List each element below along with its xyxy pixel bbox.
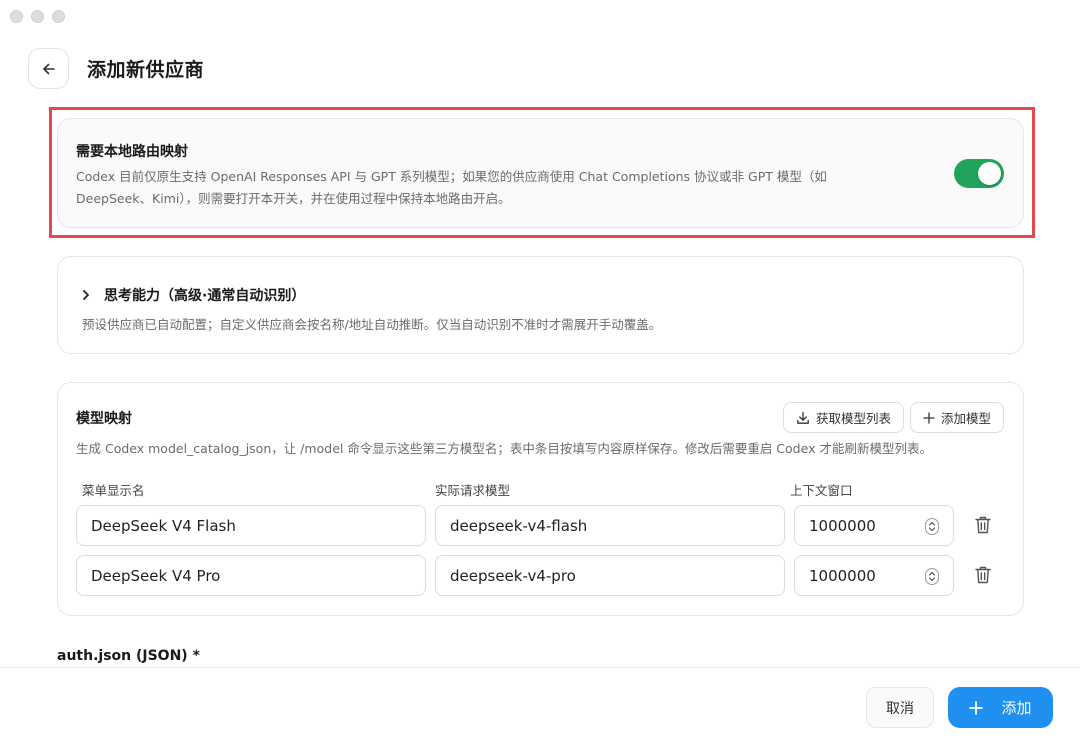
routing-title: 需要本地路由映射 (76, 144, 188, 160)
model-mapping-card: 模型映射 获取模型列表 添加模型 生成 Codex model_catalog_… (57, 382, 1024, 616)
thinking-title: 思考能力（高级·通常自动识别） (104, 288, 306, 304)
window-controls (10, 10, 65, 23)
dialog-footer: 取消 添加 (0, 667, 1080, 746)
table-row: DeepSeek V4 Flash deepseek-v4-flash 1000… (76, 505, 1006, 547)
thinking-description: 预设供应商已自动配置；自定义供应商会按名称/地址自动推断。仅当自动识别不准时才需… (82, 317, 662, 332)
routing-toggle[interactable] (954, 159, 1004, 188)
toggle-knob (978, 162, 1001, 185)
context-window-input[interactable]: 1000000 (794, 505, 954, 546)
dialog-window: 添加新供应商 需要本地路由映射 Codex 目前仅原生支持 OpenAI Res… (0, 0, 1080, 746)
context-window-value: 1000000 (809, 516, 876, 535)
thinking-header[interactable]: 思考能力（高级·通常自动识别） (80, 285, 305, 305)
display-name-input[interactable]: DeepSeek V4 Flash (76, 505, 426, 546)
arrow-left-icon (42, 63, 55, 74)
trash-icon[interactable] (974, 515, 994, 535)
auth-json-label: auth.json (JSON) * (57, 648, 200, 664)
table-row: DeepSeek V4 Pro deepseek-v4-pro 1000000 (76, 555, 1006, 597)
maximize-window-button[interactable] (52, 10, 65, 23)
thinking-card[interactable]: 思考能力（高级·通常自动识别） 预设供应商已自动配置；自定义供应商会按名称/地址… (57, 256, 1024, 354)
request-model-input[interactable]: deepseek-v4-pro (435, 555, 785, 596)
mapping-description: 生成 Codex model_catalog_json，让 /model 命令显… (76, 441, 932, 456)
column-display-name: 菜单显示名 (82, 483, 145, 498)
page-title: 添加新供应商 (87, 59, 205, 81)
plus-icon (969, 700, 984, 715)
add-button[interactable]: 添加 (948, 687, 1053, 728)
stepper-icon[interactable] (925, 568, 939, 585)
add-button-label: 添加 (1001, 699, 1032, 717)
form-content[interactable]: 需要本地路由映射 Codex 目前仅原生支持 OpenAI Responses … (0, 100, 1080, 667)
cancel-button[interactable]: 取消 (866, 687, 934, 728)
mapping-title: 模型映射 (76, 411, 132, 427)
plus-icon (923, 411, 935, 424)
context-window-value: 1000000 (809, 566, 876, 585)
download-icon (797, 411, 809, 424)
fetch-models-button[interactable]: 获取模型列表 (782, 402, 904, 433)
minimize-window-button[interactable] (31, 10, 44, 23)
fetch-models-label: 获取模型列表 (815, 411, 891, 426)
back-button[interactable] (28, 48, 69, 89)
request-model-input[interactable]: deepseek-v4-flash (435, 505, 785, 546)
display-name-input[interactable]: DeepSeek V4 Pro (76, 555, 426, 596)
column-context-window: 上下文窗口 (790, 483, 853, 498)
add-model-label: 添加模型 (940, 411, 991, 426)
chevron-right-icon (80, 288, 94, 302)
page-header: 添加新供应商 (28, 48, 204, 89)
column-request-model: 实际请求模型 (435, 483, 511, 498)
context-window-input[interactable]: 1000000 (794, 555, 954, 596)
mapping-actions: 获取模型列表 添加模型 (782, 402, 1004, 433)
routing-description: Codex 目前仅原生支持 OpenAI Responses API 与 GPT… (76, 169, 827, 206)
trash-icon[interactable] (974, 565, 994, 585)
stepper-icon[interactable] (925, 518, 939, 535)
routing-card: 需要本地路由映射 Codex 目前仅原生支持 OpenAI Responses … (57, 118, 1024, 228)
add-model-button[interactable]: 添加模型 (909, 402, 1004, 433)
close-window-button[interactable] (10, 10, 23, 23)
